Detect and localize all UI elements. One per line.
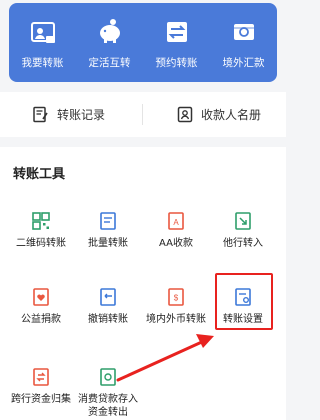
- annotation-arrow: [116, 334, 214, 382]
